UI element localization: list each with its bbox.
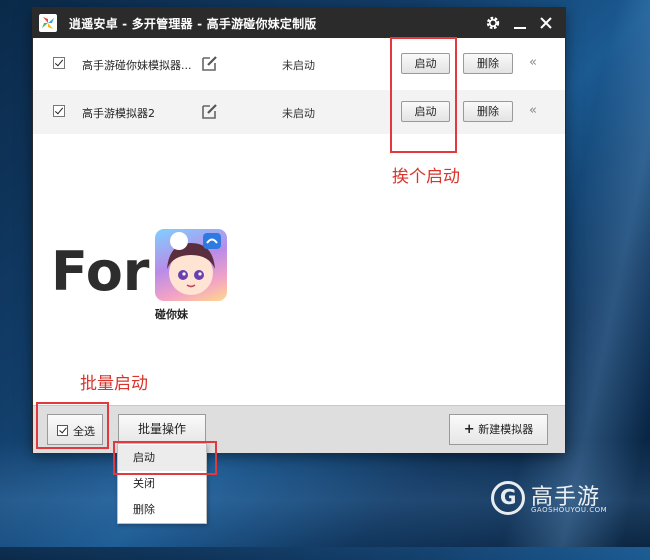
delete-button[interactable]: 删除 (463, 53, 513, 74)
emulator-checkbox[interactable] (53, 57, 65, 69)
game-icon (155, 229, 227, 301)
plus-icon: + (463, 422, 475, 437)
chevron-left-icon[interactable]: « (529, 55, 537, 70)
annotation-one-by-one: 挨个启动 (392, 167, 460, 187)
game-name: 碰你妹 (155, 308, 188, 321)
watermark-logo-icon (491, 481, 525, 515)
delete-button[interactable]: 删除 (463, 101, 513, 122)
annotation-box-start-buttons (390, 37, 457, 153)
emulator-row: 高手游碰你妹模拟器... 未启动 启动 删除 « (33, 42, 565, 86)
emulator-status: 未启动 (282, 59, 315, 72)
menu-item-delete[interactable]: 删除 (118, 497, 206, 523)
minimize-icon[interactable] (510, 13, 530, 33)
emulator-status: 未启动 (282, 107, 315, 120)
annotation-box-select-all (36, 402, 109, 449)
edit-icon[interactable] (201, 102, 219, 120)
title-bar[interactable]: 逍遥安卓 - 多开管理器 - 高手游碰你妹定制版 (33, 8, 565, 38)
new-emulator-label: 新建模拟器 (478, 423, 534, 436)
promo-for-text: For (51, 240, 150, 303)
watermark: 高手游 GAOSHOUYOU.COM (491, 478, 615, 520)
annotation-box-menu-start (113, 441, 217, 475)
emulator-name: 高手游模拟器2 (82, 107, 155, 120)
emulator-row: 高手游模拟器2 未启动 启动 删除 « (33, 90, 565, 134)
chevron-left-icon[interactable]: « (529, 103, 537, 118)
annotation-batch: 批量启动 (80, 374, 148, 394)
window-title: 逍遥安卓 - 多开管理器 - 高手游碰你妹定制版 (69, 17, 317, 31)
multi-instance-manager-window: 逍遥安卓 - 多开管理器 - 高手游碰你妹定制版 高手游碰你妹模拟器... 未启… (33, 8, 565, 453)
emulator-name: 高手游碰你妹模拟器... (82, 59, 192, 72)
new-emulator-button[interactable]: + 新建模拟器 (449, 414, 548, 445)
watermark-url: GAOSHOUYOU.COM (531, 506, 608, 514)
gear-icon[interactable] (483, 13, 503, 33)
close-icon[interactable] (536, 13, 556, 33)
edit-icon[interactable] (201, 54, 219, 72)
emulator-checkbox[interactable] (53, 105, 65, 117)
app-logo-icon (39, 14, 57, 32)
